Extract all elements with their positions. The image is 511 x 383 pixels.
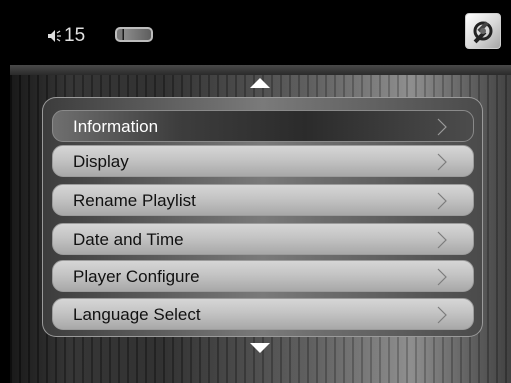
triangle-up-icon[interactable]	[250, 78, 270, 88]
settings-button[interactable]	[465, 13, 501, 49]
battery-icon	[115, 27, 153, 42]
menu-item-language-select[interactable]: Language Select	[52, 298, 474, 330]
backdrop-top-edge	[10, 65, 511, 75]
settings-tools-icon	[473, 21, 493, 44]
menu-item-player-configure[interactable]: Player Configure	[52, 260, 474, 292]
triangle-down-icon[interactable]	[250, 343, 270, 353]
speaker-icon	[48, 30, 61, 42]
chevron-right-icon	[437, 306, 447, 324]
chevron-right-icon	[437, 118, 447, 136]
menu-item-label: Date and Time	[73, 230, 184, 249]
status-bar: 15	[0, 0, 511, 64]
chevron-right-icon	[437, 153, 447, 171]
chevron-right-icon	[437, 268, 447, 286]
chevron-right-icon	[437, 192, 447, 210]
menu-item-display[interactable]: Display	[52, 145, 474, 177]
chevron-right-icon	[437, 231, 447, 249]
menu-item-label: Rename Playlist	[73, 191, 196, 210]
volume-level: 15	[64, 25, 86, 46]
menu-item-information[interactable]: Information	[52, 110, 474, 142]
menu-item-date-and-time[interactable]: Date and Time	[52, 223, 474, 255]
menu-item-label: Information	[73, 117, 159, 136]
menu-item-rename-playlist[interactable]: Rename Playlist	[52, 184, 474, 216]
menu-item-label: Player Configure	[73, 267, 200, 286]
menu-item-label: Display	[73, 152, 129, 171]
menu-item-label: Language Select	[73, 305, 201, 324]
